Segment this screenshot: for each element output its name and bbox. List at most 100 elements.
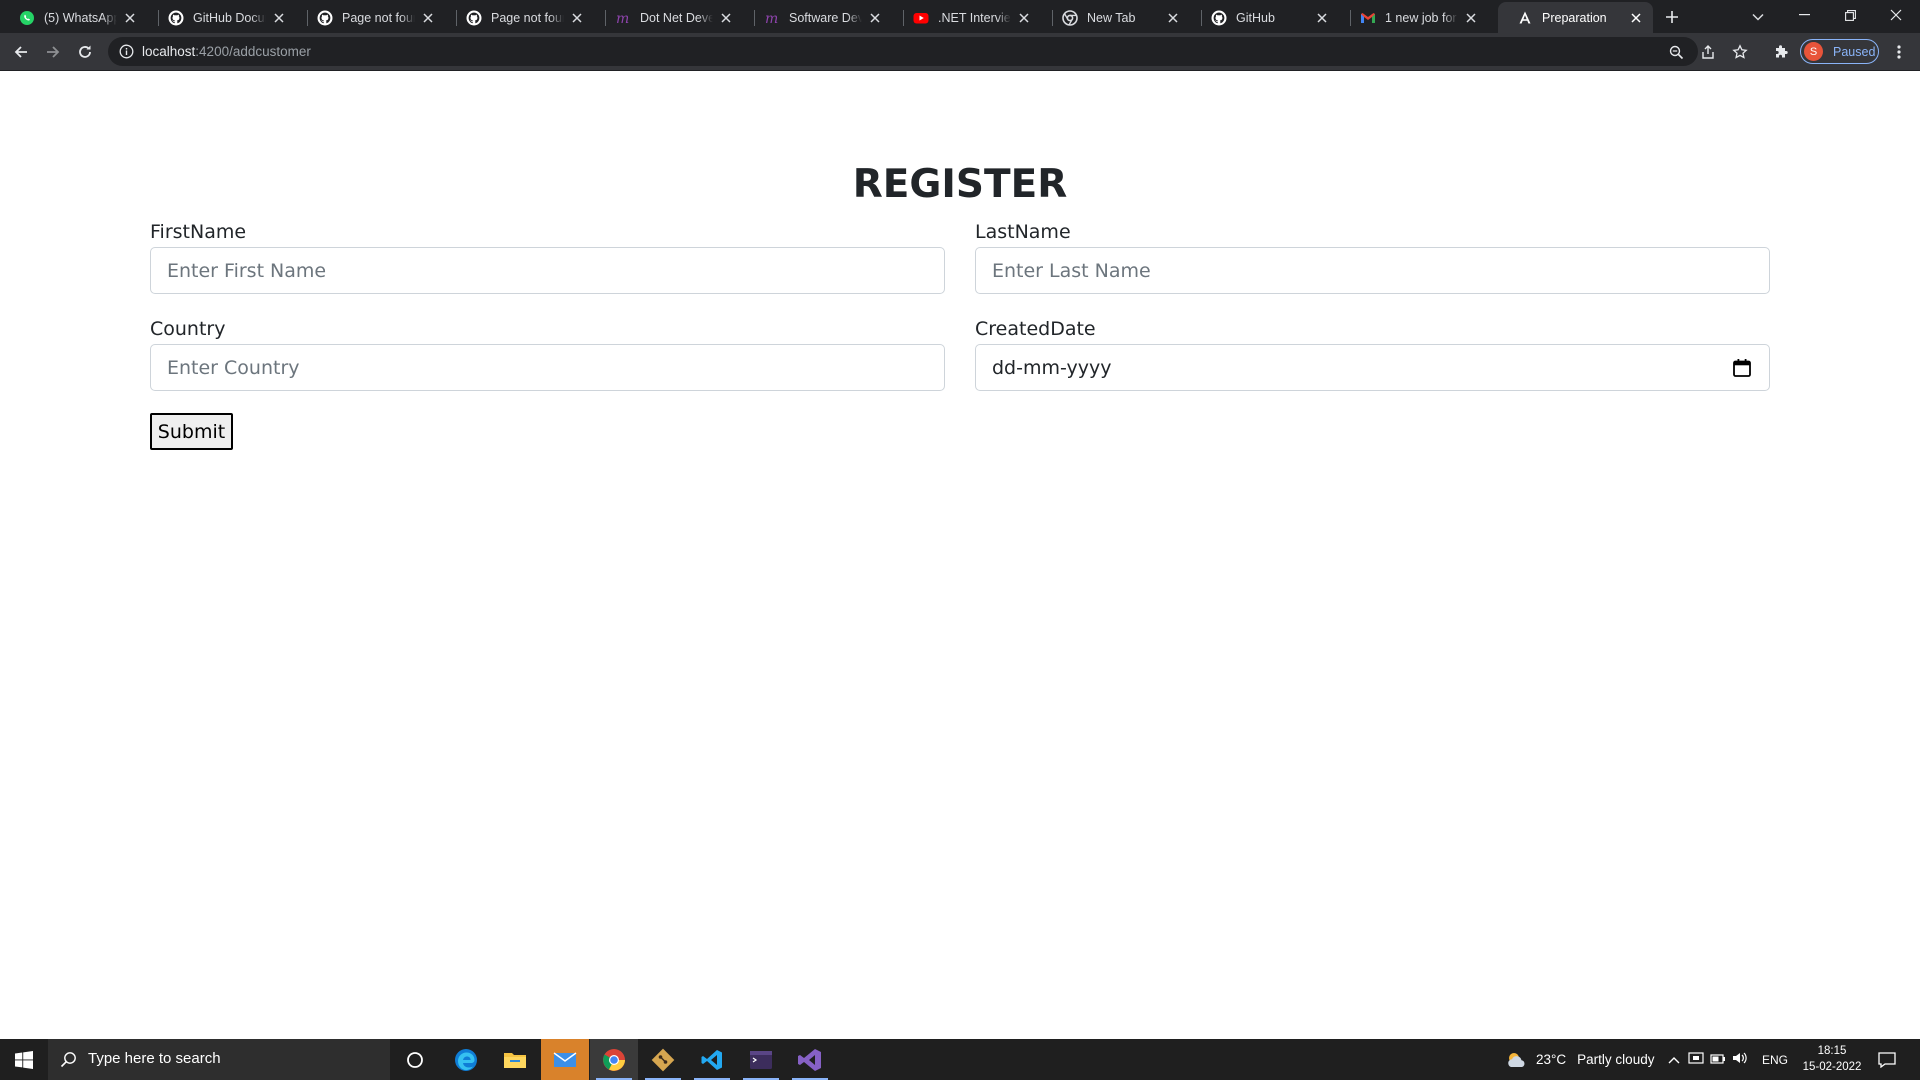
chrome-icon xyxy=(1062,9,1078,26)
battery-icon[interactable] xyxy=(1710,1052,1726,1067)
forward-button[interactable] xyxy=(39,38,67,66)
zoom-icon[interactable] xyxy=(1665,41,1687,63)
chevron-down-icon xyxy=(1752,13,1764,21)
tab-page-not-found-2[interactable]: Page not found xyxy=(447,2,594,33)
url-text: localhost:4200/addcustomer xyxy=(142,44,311,59)
gmail-icon xyxy=(1360,10,1376,26)
window-close-button[interactable] xyxy=(1873,0,1919,30)
puzzle-icon xyxy=(1776,45,1788,58)
close-icon[interactable] xyxy=(1313,9,1331,27)
tab-gmail[interactable]: 1 new job for 'te xyxy=(1341,2,1488,33)
whatsapp-icon xyxy=(19,10,35,26)
tab-dot-net-developer[interactable]: m Dot Net Developer xyxy=(596,2,743,33)
browser-toolbar: localhost:4200/addcustomer S Paused xyxy=(0,33,1920,71)
arrow-left-icon xyxy=(14,46,27,58)
submit-button[interactable]: Submit xyxy=(150,413,233,450)
info-icon[interactable] xyxy=(118,43,135,60)
close-icon[interactable] xyxy=(1164,9,1182,27)
arrow-right-icon xyxy=(47,46,60,58)
clock-time: 18:15 xyxy=(1817,1045,1847,1057)
tab-search-button[interactable] xyxy=(1746,6,1770,28)
close-icon[interactable] xyxy=(121,9,139,27)
last-name-input[interactable] xyxy=(975,247,1770,294)
close-icon[interactable] xyxy=(568,9,586,27)
page-title: REGISTER xyxy=(852,162,1068,207)
search-icon xyxy=(60,1052,76,1068)
clock[interactable]: 18:15 15-02-2022 xyxy=(1796,1043,1868,1075)
created-date-input[interactable]: dd-mm-yyyy xyxy=(975,344,1770,391)
angular-icon xyxy=(1517,10,1533,26)
close-icon[interactable] xyxy=(419,9,437,27)
github-icon xyxy=(317,10,333,26)
tab-title: Software Developer xyxy=(789,10,862,25)
reload-button[interactable] xyxy=(71,38,99,66)
taskbar-vscode[interactable] xyxy=(688,1039,736,1080)
tab-software-developer[interactable]: m Software Developer xyxy=(745,2,892,33)
weather-widget[interactable]: 23°C Partly cloudy xyxy=(1505,1039,1654,1080)
created-date-label: CreatedDate xyxy=(975,318,1096,340)
taskbar-file-explorer[interactable] xyxy=(491,1039,539,1080)
profile-button[interactable]: S Paused xyxy=(1800,39,1879,64)
svg-text:m: m xyxy=(616,11,629,26)
cortana-button[interactable] xyxy=(391,1039,439,1080)
git-icon xyxy=(651,1048,675,1071)
taskbar-mail[interactable] xyxy=(541,1039,589,1080)
tab-new-tab[interactable]: New Tab xyxy=(1043,2,1190,33)
tab-page-not-found-1[interactable]: Page not found xyxy=(298,2,445,33)
chrome-icon xyxy=(603,1048,625,1071)
svg-text:m: m xyxy=(765,11,778,26)
first-name-input[interactable] xyxy=(150,247,945,294)
notifications-button[interactable] xyxy=(1864,1039,1910,1080)
country-input[interactable] xyxy=(150,344,945,391)
extensions-button[interactable] xyxy=(1767,38,1795,66)
start-button[interactable] xyxy=(0,1039,48,1080)
clock-date: 15-02-2022 xyxy=(1802,1061,1862,1073)
avatar: S xyxy=(1804,42,1823,61)
tab-github[interactable]: GitHub xyxy=(1192,2,1339,33)
taskbar-terminal[interactable] xyxy=(737,1039,785,1080)
taskbar-git[interactable] xyxy=(639,1039,687,1080)
close-icon[interactable] xyxy=(866,9,884,27)
browser-menu-button[interactable] xyxy=(1885,38,1913,66)
country-label: Country xyxy=(150,318,226,340)
edge-icon xyxy=(455,1048,477,1071)
tab-title: GitHub xyxy=(1236,10,1275,25)
visual-studio-icon xyxy=(798,1048,821,1071)
close-icon[interactable] xyxy=(1462,9,1480,27)
share-icon xyxy=(1702,45,1714,59)
notification-icon xyxy=(1878,1051,1896,1068)
new-tab-button[interactable] xyxy=(1660,6,1684,28)
monster-icon: m xyxy=(764,10,780,26)
tab-net-interview[interactable]: .NET Interview Questions xyxy=(894,2,1041,33)
security-icon[interactable] xyxy=(1688,1051,1704,1068)
taskbar-search[interactable]: Type here to search xyxy=(48,1039,390,1080)
monster-icon: m xyxy=(615,10,631,26)
last-name-label: LastName xyxy=(975,221,1071,243)
close-icon[interactable] xyxy=(1015,9,1033,27)
language-indicator[interactable]: ENG xyxy=(1762,1053,1788,1067)
tab-title: Page not found xyxy=(342,10,415,25)
tab-preparation[interactable]: Preparation xyxy=(1498,2,1653,33)
star-icon xyxy=(1732,44,1748,59)
calendar-icon[interactable] xyxy=(1731,357,1753,379)
bookmark-button[interactable] xyxy=(1726,38,1754,66)
close-icon[interactable] xyxy=(717,9,735,27)
address-bar[interactable]: localhost:4200/addcustomer xyxy=(108,37,1698,66)
volume-icon[interactable] xyxy=(1732,1051,1748,1068)
close-icon[interactable] xyxy=(270,9,288,27)
chevron-up-icon[interactable] xyxy=(1668,1052,1680,1067)
search-placeholder: Type here to search xyxy=(88,1050,221,1067)
page-content: REGISTER FirstName LastName Country Crea… xyxy=(0,72,1920,1039)
share-button[interactable] xyxy=(1694,38,1722,66)
taskbar-edge[interactable] xyxy=(442,1039,490,1080)
tab-github-docs[interactable]: GitHub Documentation xyxy=(149,2,296,33)
tab-whatsapp[interactable]: (5) WhatsApp xyxy=(0,2,147,33)
taskbar-visual-studio[interactable] xyxy=(786,1039,834,1080)
close-icon[interactable] xyxy=(1627,9,1645,27)
mail-icon xyxy=(553,1051,577,1067)
back-button[interactable] xyxy=(7,38,35,66)
restore-button[interactable] xyxy=(1827,0,1873,30)
taskbar-chrome[interactable] xyxy=(590,1039,638,1080)
minimize-button[interactable] xyxy=(1781,0,1827,30)
vscode-icon xyxy=(701,1049,722,1070)
